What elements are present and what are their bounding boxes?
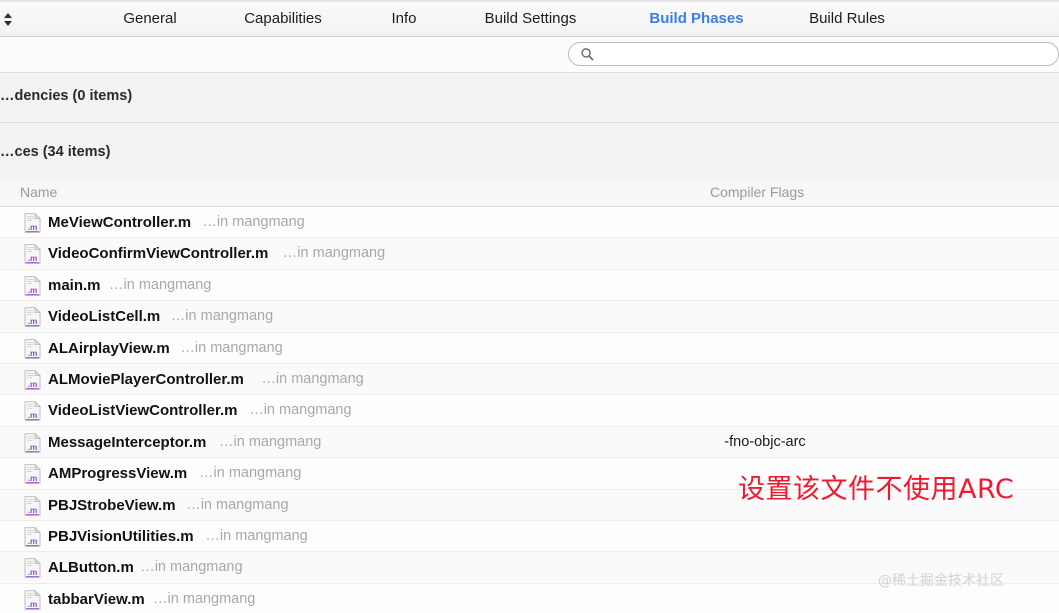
svg-text:.m: .m bbox=[28, 411, 38, 420]
svg-text:.m: .m bbox=[28, 349, 38, 358]
tab-build-phases[interactable]: Build Phases bbox=[633, 0, 760, 37]
svg-text:.m: .m bbox=[28, 286, 38, 295]
objc-source-file-icon: .m bbox=[24, 275, 41, 296]
svg-text:.m: .m bbox=[28, 568, 38, 577]
file-name: ALButton.m bbox=[48, 559, 134, 577]
svg-text:.m: .m bbox=[28, 600, 38, 609]
file-name: VideoListViewController.m bbox=[48, 402, 238, 420]
chevron-up-icon bbox=[4, 12, 12, 18]
file-location: …in mangmang bbox=[219, 433, 322, 450]
file-location: …in mangmang bbox=[109, 276, 212, 293]
table-row[interactable]: .m MeViewController.m …in mangmang bbox=[0, 207, 1059, 239]
table-row[interactable]: .m VideoListViewController.m …in mangmang bbox=[0, 395, 1059, 427]
tab-build-rules[interactable]: Build Rules bbox=[790, 0, 904, 37]
file-location: …in mangmang bbox=[205, 528, 308, 544]
file-name: PBJStrobeView.m bbox=[48, 496, 176, 514]
svg-text:.m: .m bbox=[28, 474, 38, 483]
tab-info[interactable]: Info bbox=[378, 0, 430, 37]
objc-source-file-icon: .m bbox=[24, 527, 41, 547]
file-location: …in mangmang bbox=[170, 308, 274, 325]
objc-source-file-icon: .m bbox=[24, 370, 41, 390]
compiler-flag-value[interactable]: -fno-objc-arc bbox=[705, 432, 825, 453]
file-location: …in mangmang bbox=[186, 496, 289, 513]
objc-source-file-icon: .m bbox=[24, 432, 41, 453]
tab-capabilities[interactable]: Capabilities bbox=[228, 0, 338, 37]
svg-text:.m: .m bbox=[28, 506, 38, 515]
file-location: …in mangmang bbox=[282, 245, 386, 262]
filter-bar bbox=[0, 37, 1059, 73]
file-name: MeViewController.m bbox=[48, 214, 192, 231]
objc-source-file-icon: .m bbox=[24, 558, 41, 579]
svg-text:.m: .m bbox=[28, 317, 38, 326]
table-row[interactable]: .m main.m …in mangmang bbox=[0, 269, 1059, 302]
svg-text:.m: .m bbox=[28, 223, 38, 232]
xcode-build-phases-panel: General Capabilities Info Build Settings Bui… bbox=[0, 0, 1059, 613]
file-location: …in mangmang bbox=[199, 465, 302, 482]
file-name: PBJVisionUtilities.m bbox=[48, 528, 194, 545]
objc-source-file-icon: .m bbox=[24, 495, 41, 516]
compile-sources-file-list: .m MeViewController.m …in mangmang .m VideoC… bbox=[0, 207, 1059, 613]
search-icon bbox=[581, 48, 594, 61]
chevron-down-icon bbox=[4, 20, 12, 26]
svg-text:.m: .m bbox=[28, 537, 38, 546]
file-name: main.m bbox=[48, 276, 101, 294]
table-row[interactable]: .m ALMoviePlayerController.m …in mangmang bbox=[0, 364, 1059, 396]
table-row[interactable]: .m VideoConfirmViewController.m …in mangma… bbox=[0, 238, 1059, 270]
file-location: …in mangmang bbox=[202, 214, 305, 230]
svg-text:.m: .m bbox=[28, 380, 38, 389]
project-editor-tabbar: General Capabilities Info Build Settings Bui… bbox=[0, 0, 1059, 37]
file-location: …in mangmang bbox=[153, 590, 256, 607]
file-location: …in mangmang bbox=[249, 402, 352, 419]
section-title-compile-sources: …ces (34 items) bbox=[0, 144, 111, 160]
section-header-dependencies[interactable]: …dencies (0 items) bbox=[0, 73, 1059, 122]
file-name: MessageInterceptor.m bbox=[48, 433, 207, 451]
tab-general[interactable]: General bbox=[110, 0, 190, 37]
file-location: …in mangmang bbox=[261, 371, 364, 387]
file-location: …in mangmang bbox=[180, 339, 283, 356]
file-name: tabbarView.m bbox=[48, 590, 145, 608]
search-input[interactable] bbox=[568, 42, 1059, 66]
file-location: …in mangmang bbox=[140, 559, 243, 576]
file-name: AMProgressView.m bbox=[48, 465, 188, 483]
file-name: VideoConfirmViewController.m bbox=[48, 245, 269, 263]
file-name: ALAirplayView.m bbox=[48, 339, 170, 357]
svg-text:.m: .m bbox=[28, 254, 38, 263]
objc-source-file-icon: .m bbox=[24, 589, 41, 610]
column-header-compiler-flags[interactable]: Compiler Flags bbox=[710, 184, 804, 200]
watermark: @稀土掘金技术社区 bbox=[878, 573, 1004, 589]
column-header-name[interactable]: Name bbox=[20, 184, 57, 200]
table-row[interactable]: .m VideoListCell.m …in mangmang bbox=[0, 301, 1059, 333]
objc-source-file-icon: .m bbox=[24, 307, 41, 327]
table-row[interactable]: .m PBJVisionUtilities.m …in mangmang bbox=[0, 521, 1059, 553]
annotation-text: 设置该文件不使用ARC bbox=[738, 474, 1015, 505]
objc-source-file-icon: .m bbox=[24, 244, 41, 265]
objc-source-file-icon: .m bbox=[24, 213, 41, 233]
table-column-headers: Name Compiler Flags bbox=[0, 182, 1059, 206]
tab-build-settings[interactable]: Build Settings bbox=[463, 0, 598, 37]
table-row[interactable]: .m MessageInterceptor.m …in mangmang -fno-o… bbox=[0, 426, 1059, 459]
objc-source-file-icon: .m bbox=[24, 338, 41, 359]
file-name: ALMoviePlayerController.m bbox=[48, 371, 244, 388]
section-header-compile-sources[interactable]: …ces (34 items) bbox=[0, 123, 1059, 182]
section-title-dependencies: …dencies (0 items) bbox=[0, 88, 133, 104]
table-row[interactable]: .m ALAirplayView.m …in mangmang bbox=[0, 332, 1059, 364]
objc-source-file-icon: .m bbox=[24, 464, 41, 484]
objc-source-file-icon: .m bbox=[24, 401, 41, 422]
file-name: VideoListCell.m bbox=[48, 308, 161, 326]
svg-text:.m: .m bbox=[28, 443, 38, 452]
target-stepper-control[interactable] bbox=[0, 6, 16, 32]
